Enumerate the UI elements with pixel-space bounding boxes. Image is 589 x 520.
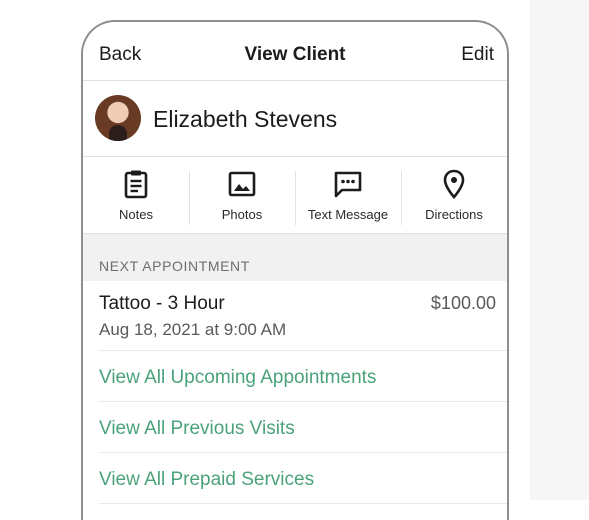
- link-label: View All Upcoming Appointments: [99, 367, 377, 388]
- edit-button[interactable]: Edit: [461, 44, 494, 66]
- directions-button[interactable]: Directions: [401, 157, 507, 233]
- appointment-service: Tattoo - 3 Hour: [99, 293, 225, 314]
- phone-frame: Back View Client Edit Elizabeth Stevens …: [81, 20, 509, 520]
- view-upcoming-appointments-link[interactable]: View All Upcoming Appointments: [99, 351, 507, 402]
- avatar: [95, 95, 141, 141]
- view-prepaid-services-link[interactable]: View All Prepaid Services: [99, 453, 507, 504]
- next-appointment-header: NEXT APPOINTMENT: [83, 234, 507, 281]
- notes-label: Notes: [119, 207, 153, 222]
- directions-label: Directions: [425, 207, 483, 222]
- navigation-bar: Back View Client Edit: [83, 22, 507, 81]
- appointment-price: $100.00: [430, 293, 496, 313]
- section-title: NEXT APPOINTMENT: [99, 258, 250, 274]
- appointment-datetime: Aug 18, 2021 at 9:00 AM: [99, 320, 287, 339]
- client-header: Elizabeth Stevens: [83, 81, 507, 157]
- notes-button[interactable]: Notes: [83, 157, 189, 233]
- next-appointment-item[interactable]: Tattoo - 3 Hour $100.00 Aug 18, 2021 at …: [99, 281, 507, 351]
- image-icon: [228, 171, 256, 197]
- page-title: View Client: [244, 44, 346, 65]
- client-name: Elizabeth Stevens: [153, 106, 338, 132]
- action-bar: Notes Photos Text Message Directions: [83, 157, 507, 234]
- location-pin-icon: [443, 169, 465, 199]
- view-previous-visits-link[interactable]: View All Previous Visits: [99, 402, 507, 453]
- text-message-label: Text Message: [307, 207, 389, 222]
- photos-button[interactable]: Photos: [189, 157, 295, 233]
- message-icon: [334, 171, 362, 198]
- photos-label: Photos: [221, 207, 263, 222]
- background-panel: [530, 0, 589, 500]
- link-label: View All Previous Visits: [99, 418, 295, 439]
- notes-icon: [124, 170, 148, 199]
- text-message-button[interactable]: Text Message: [295, 157, 401, 233]
- link-label: View All Prepaid Services: [99, 469, 315, 490]
